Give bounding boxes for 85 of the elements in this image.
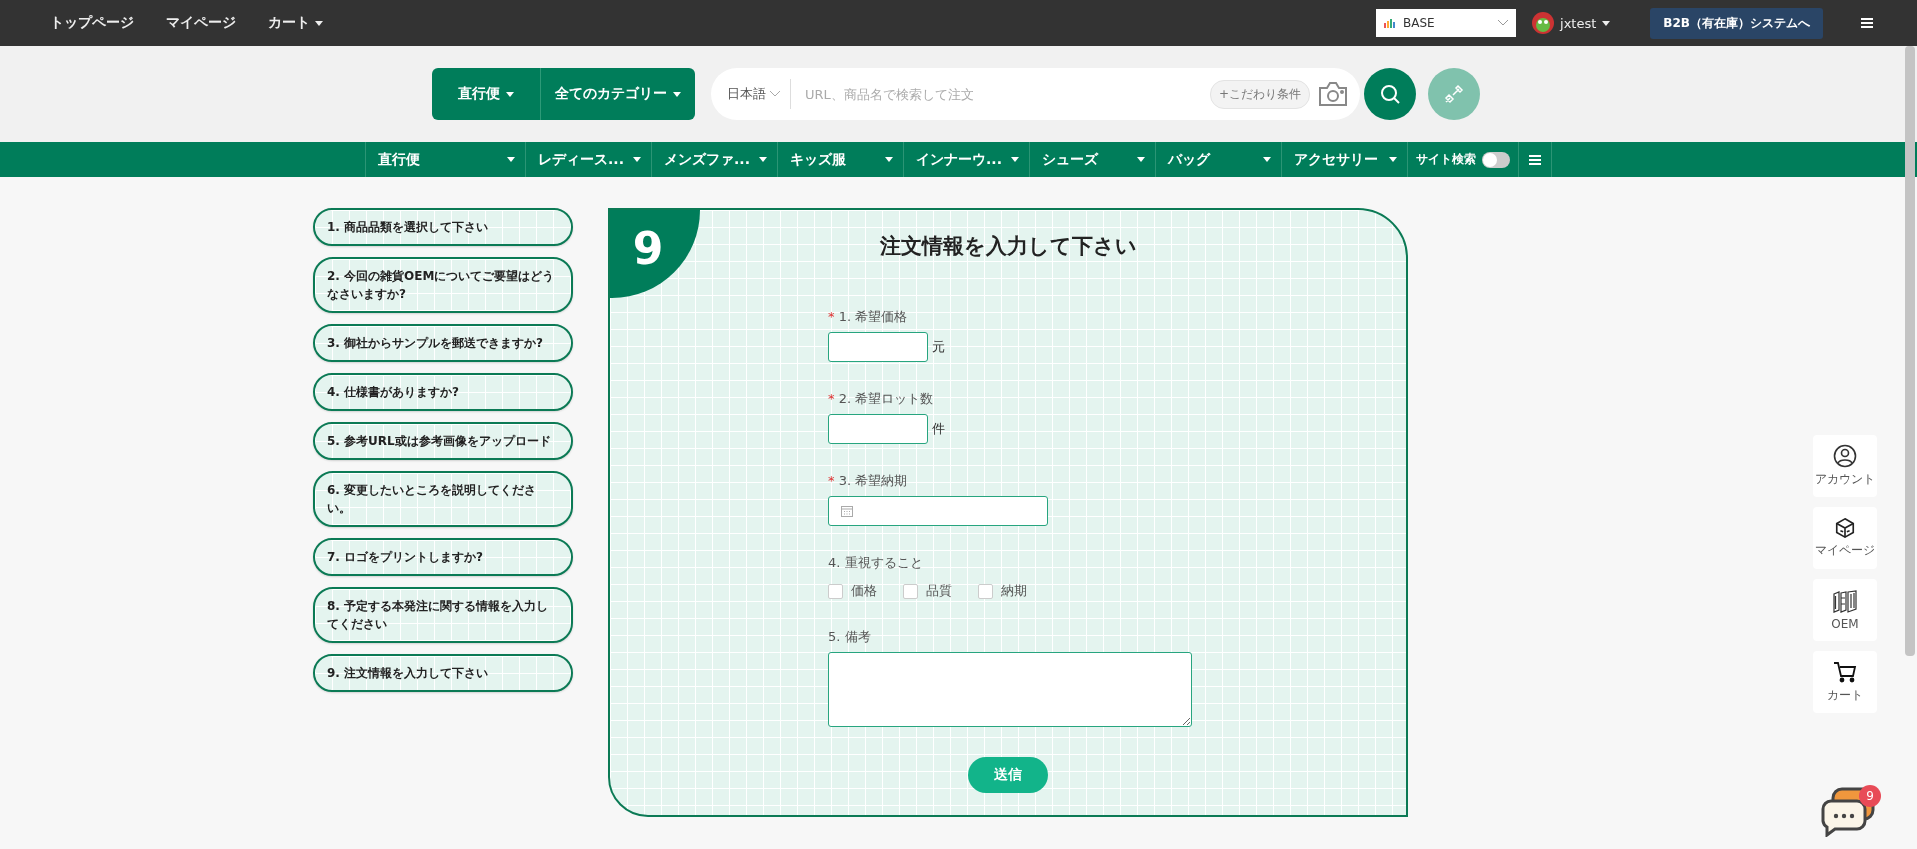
checkbox-option[interactable]: 納期 bbox=[978, 582, 1027, 600]
unit-label: 元 bbox=[932, 338, 945, 356]
checkbox[interactable] bbox=[828, 583, 843, 599]
nav-link[interactable]: マイページ bbox=[166, 14, 236, 32]
chevron-down-icon bbox=[1498, 20, 1509, 26]
calendar-icon bbox=[841, 505, 853, 517]
checkbox[interactable] bbox=[978, 583, 993, 599]
category-select[interactable]: 全てのカテゴリー bbox=[541, 68, 695, 120]
shovel-button[interactable] bbox=[1428, 68, 1480, 120]
mode-select[interactable]: 直行便 bbox=[432, 68, 541, 120]
chat-button[interactable]: 9 bbox=[1819, 785, 1881, 841]
caret-icon bbox=[1263, 157, 1271, 162]
step-item[interactable]: 7. ロゴをプリントしますか? bbox=[313, 538, 573, 576]
category-tab[interactable]: アクセサリー bbox=[1281, 142, 1407, 177]
caret-icon bbox=[315, 20, 323, 26]
form-title: 注文情報を入力して下さい bbox=[878, 233, 1138, 260]
category-tab[interactable]: キッズ服 bbox=[777, 142, 903, 177]
caret-icon bbox=[759, 157, 767, 162]
user-menu[interactable]: jxtest bbox=[1532, 12, 1611, 34]
step-number: 9 bbox=[610, 210, 700, 298]
category-tab[interactable]: メンズファ... bbox=[651, 142, 777, 177]
filter-button[interactable]: +こだわり条件 bbox=[1209, 79, 1310, 109]
category-tab[interactable]: バッグ bbox=[1155, 142, 1281, 177]
caret-icon bbox=[1137, 157, 1145, 162]
notification-badge: 9 bbox=[1859, 785, 1881, 807]
side-button[interactable]: OEM bbox=[1813, 579, 1877, 641]
required-mark: * bbox=[828, 391, 835, 406]
required-mark: * bbox=[828, 309, 835, 324]
checkbox-option[interactable]: 価格 bbox=[828, 582, 877, 600]
scrollbar[interactable] bbox=[1905, 46, 1915, 656]
caret-icon bbox=[506, 91, 514, 97]
step-item[interactable]: 6. 変更したいところを説明してください。 bbox=[313, 471, 573, 527]
shovel-icon bbox=[1443, 83, 1465, 105]
store-select[interactable]: BASE bbox=[1376, 9, 1517, 37]
field-label: 3. 希望納期 bbox=[838, 473, 908, 488]
caret-icon bbox=[673, 91, 681, 97]
menu-icon[interactable] bbox=[1861, 18, 1873, 28]
caret-icon bbox=[507, 157, 515, 162]
cart-icon bbox=[1833, 660, 1857, 684]
step-item[interactable]: 2. 今回の雑貨OEMについてご要望はどうなさいますか? bbox=[313, 257, 573, 313]
nav-link[interactable]: カート bbox=[268, 14, 323, 32]
date-input[interactable] bbox=[828, 496, 1048, 526]
caret-icon bbox=[1602, 20, 1611, 26]
step-item[interactable]: 4. 仕様書がありますか? bbox=[313, 373, 573, 411]
step-item[interactable]: 5. 参考URL或は参考画像をアップロード bbox=[313, 422, 573, 460]
site-search-toggle[interactable]: サイト検索 bbox=[1407, 142, 1518, 177]
unit-label: 件 bbox=[932, 420, 945, 438]
user-circle-icon bbox=[1833, 444, 1857, 468]
caret-icon bbox=[1011, 157, 1019, 162]
b2b-button[interactable]: B2B（有在庫）システムへ bbox=[1650, 7, 1823, 39]
category-tab[interactable]: レディース... bbox=[525, 142, 651, 177]
nav-link[interactable]: トップページ bbox=[50, 14, 134, 32]
chevron-down-icon bbox=[770, 91, 780, 97]
required-mark: * bbox=[828, 473, 835, 488]
checkbox[interactable] bbox=[903, 583, 918, 599]
caret-icon bbox=[1389, 157, 1397, 162]
side-button[interactable]: マイページ bbox=[1813, 507, 1877, 569]
camera-icon[interactable] bbox=[1318, 81, 1348, 107]
search-icon bbox=[1380, 84, 1400, 104]
category-tab[interactable]: 直行便 bbox=[365, 142, 525, 177]
field-label: 2. 希望ロット数 bbox=[838, 391, 934, 406]
step-item[interactable]: 8. 予定する本発注に関する情報を入力してください bbox=[313, 587, 573, 643]
toggle-switch[interactable] bbox=[1482, 151, 1510, 168]
oem-letters-icon bbox=[1832, 589, 1858, 614]
caret-icon bbox=[885, 157, 893, 162]
text-input[interactable] bbox=[828, 414, 928, 444]
checkbox-option[interactable]: 品質 bbox=[903, 582, 952, 600]
search-input[interactable]: URL、商品名で検索して注文 bbox=[791, 85, 1210, 103]
caret-icon bbox=[633, 157, 641, 162]
text-input[interactable] bbox=[828, 332, 928, 362]
language-select[interactable]: 日本語 bbox=[727, 79, 791, 109]
side-button[interactable]: アカウント bbox=[1813, 435, 1877, 497]
category-tab[interactable]: シューズ bbox=[1029, 142, 1155, 177]
field-label: 5. 備考 bbox=[828, 629, 871, 644]
box-icon bbox=[1834, 517, 1856, 539]
field-label: 1. 希望価格 bbox=[838, 309, 908, 324]
notes-textarea[interactable] bbox=[828, 652, 1192, 727]
step-item[interactable]: 3. 御社からサンプルを郵送できますか? bbox=[313, 324, 573, 362]
field-label: 4. 重視すること bbox=[828, 555, 923, 570]
side-button[interactable]: カート bbox=[1813, 651, 1877, 713]
step-item[interactable]: 9. 注文情報を入力して下さい bbox=[313, 654, 573, 692]
category-tab[interactable]: インナーウ... bbox=[903, 142, 1029, 177]
avatar-icon bbox=[1532, 12, 1555, 34]
search-button[interactable] bbox=[1364, 68, 1416, 120]
step-item[interactable]: 1. 商品品類を選択して下さい bbox=[313, 208, 573, 246]
